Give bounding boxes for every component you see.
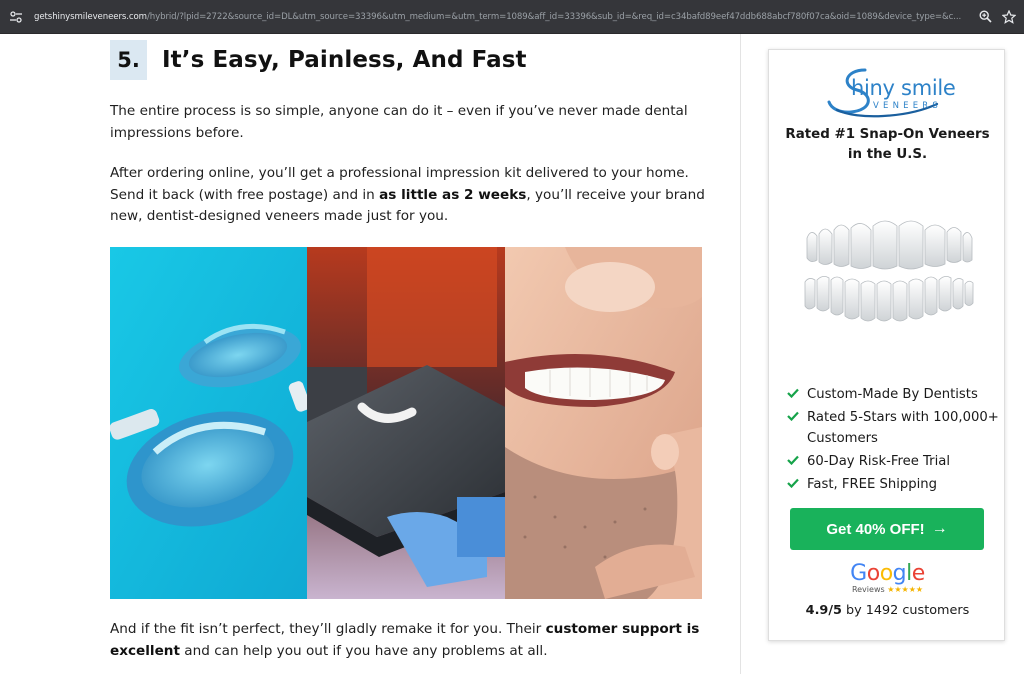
3d-printed-veneers-image xyxy=(307,247,505,599)
logo-subtitle: VENEERS xyxy=(873,101,942,111)
feature-label: Rated 5-Stars with 100,000+ Customers xyxy=(807,410,999,446)
features-list: Custom-Made By Dentists Rated 5-Stars wi… xyxy=(787,384,1002,495)
reviews-text: Reviews xyxy=(851,585,885,594)
zoom-icon[interactable] xyxy=(976,8,994,26)
check-icon xyxy=(787,388,799,398)
star-icon[interactable] xyxy=(1000,8,1018,26)
image-strip xyxy=(110,247,702,599)
check-icon xyxy=(787,411,799,421)
check-icon xyxy=(787,478,799,488)
section-heading: 5. It’s Easy, Painless, And Fast xyxy=(110,40,527,80)
sidebar-ad: hiny smile VENEERS Rated #1 Snap-On Vene… xyxy=(768,49,1005,641)
logo-text: hiny smile xyxy=(851,76,956,100)
rating-text: by 1492 customers xyxy=(841,603,970,618)
dental-impression-trays-image xyxy=(110,247,307,599)
paragraph-ordering: After ordering online, you’ll get a prof… xyxy=(110,163,710,228)
feature-item: 60-Day Risk-Free Trial xyxy=(787,451,1002,472)
google-letter: o xyxy=(879,561,893,586)
google-letter: o xyxy=(866,561,880,586)
feature-item: Rated 5-Stars with 100,000+ Customers xyxy=(787,407,1002,449)
feature-item: Custom-Made By Dentists xyxy=(787,384,1002,405)
feature-label: 60-Day Risk-Free Trial xyxy=(807,454,950,469)
tune-icon[interactable] xyxy=(8,9,24,25)
google-logo: Google xyxy=(769,561,1006,587)
stars-icon: ★★★★★ xyxy=(887,585,924,594)
column-divider xyxy=(740,34,741,674)
smiling-man-image xyxy=(505,247,702,599)
rating-value: 4.9/5 xyxy=(805,603,842,618)
paragraph-remake: And if the fit isn’t perfect, they’ll gl… xyxy=(110,619,710,662)
rated-line-1: Rated #1 Snap-On Veneers xyxy=(785,127,990,142)
paragraph-remake-text-b: and can help you out if you have any pro… xyxy=(179,642,548,659)
section-number: 5. xyxy=(110,40,147,80)
paragraph-process: The entire process is so simple, anyone … xyxy=(110,103,688,141)
rated-heading: Rated #1 Snap-On Veneers in the U.S. xyxy=(769,125,1006,165)
check-icon xyxy=(787,455,799,465)
url-domain: getshinysmileveneers.com xyxy=(34,11,147,22)
url-text[interactable]: getshinysmileveneers.com/hybrid/?lpid=27… xyxy=(34,12,970,22)
google-letter: G xyxy=(850,561,867,586)
address-bar[interactable]: getshinysmileveneers.com/hybrid/?lpid=27… xyxy=(0,0,1024,34)
paragraph-ordering-bold: as little as 2 weeks xyxy=(379,186,527,203)
feature-item: Fast, FREE Shipping xyxy=(787,474,1002,495)
arrow-right-icon: → xyxy=(931,520,948,537)
paragraph-remake-text-a: And if the fit isn’t perfect, they’ll gl… xyxy=(110,621,546,637)
get-discount-button[interactable]: Get 40% OFF! → xyxy=(790,508,984,550)
google-reviews-badge: Google Reviews ★★★★★ xyxy=(769,561,1006,594)
google-letter: e xyxy=(911,561,926,586)
rated-line-2: in the U.S. xyxy=(847,147,928,162)
section-title: It’s Easy, Painless, And Fast xyxy=(162,47,527,73)
cta-label: Get 40% OFF! xyxy=(826,520,925,538)
url-path: /hybrid/?lpid=2722&source_id=DL&utm_sour… xyxy=(146,11,962,22)
veneers-image xyxy=(804,220,974,322)
feature-label: Fast, FREE Shipping xyxy=(807,477,938,492)
google-letter: g xyxy=(892,561,907,586)
feature-label: Custom-Made By Dentists xyxy=(807,387,978,402)
google-reviews-label: Reviews ★★★★★ xyxy=(769,585,1006,594)
rating-summary: 4.9/5 by 1492 customers xyxy=(769,603,1006,618)
